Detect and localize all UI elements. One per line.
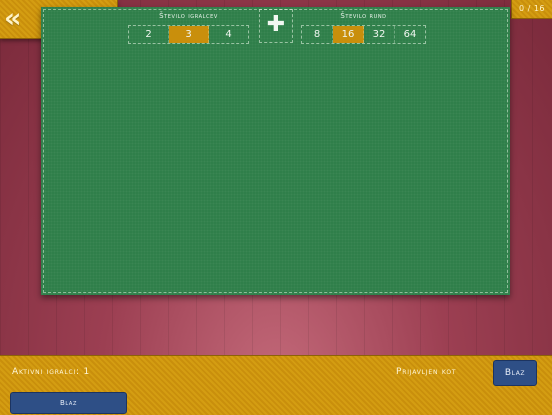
player-chip[interactable]: Blaz [10,392,127,414]
round-counter: 0 / 16 [511,0,552,19]
game-board: Število igralcev 2 3 4 ✚ Število rund 8 … [41,7,510,295]
bottom-bar: Aktivni igralci: 1 Prijavljen kot Blaz B… [0,355,552,415]
player-count-option-4[interactable]: 4 [209,26,248,43]
add-player-button[interactable]: ✚ [259,9,293,43]
board-stitch-border [43,9,508,293]
player-count-option-3[interactable]: 3 [169,26,209,43]
round-count-option-8[interactable]: 8 [302,26,333,43]
logged-in-label: Prijavljen kot [396,367,457,377]
player-count-options: 2 3 4 [128,25,249,44]
first-page-icon[interactable]: « [4,3,22,35]
round-count-title: Število rund [340,12,387,20]
round-count-option-32[interactable]: 32 [364,26,395,43]
player-count-title: Število igralcev [159,12,218,20]
round-count-option-16[interactable]: 16 [333,26,364,43]
plus-icon: ✚ [266,12,286,37]
player-count-option-2[interactable]: 2 [129,26,169,43]
round-count-option-64[interactable]: 64 [395,26,425,43]
user-button[interactable]: Blaz [493,360,537,386]
round-count-options: 8 16 32 64 [301,25,426,44]
active-players-label: Aktivni igralci: 1 [12,367,91,377]
